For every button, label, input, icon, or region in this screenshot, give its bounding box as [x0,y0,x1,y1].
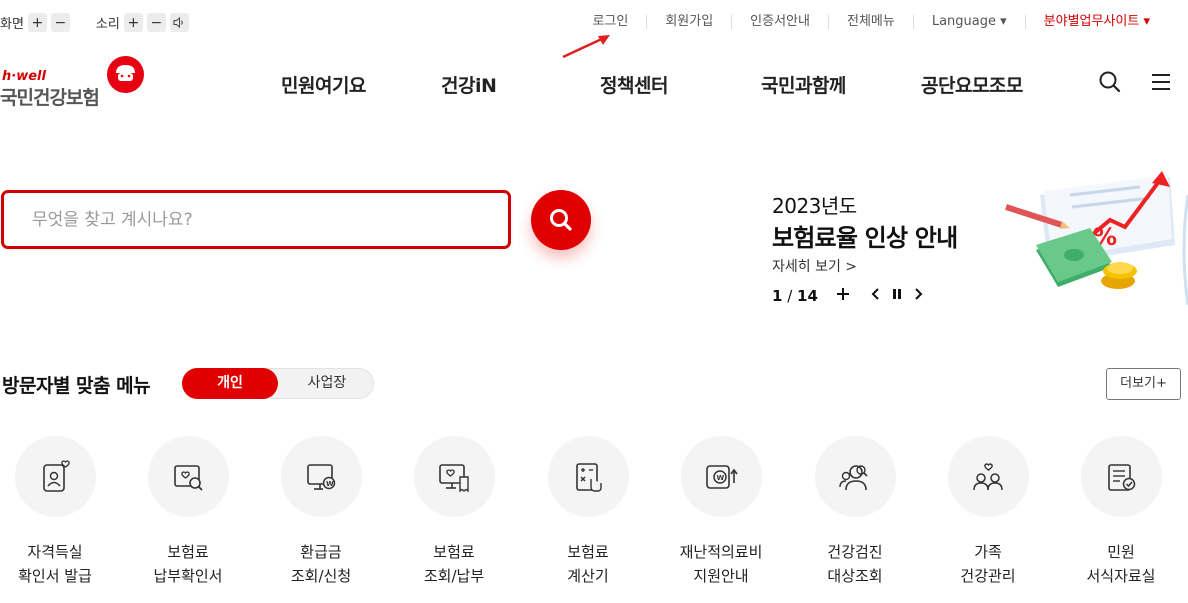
menu-item-family-health[interactable]: 가족 건강관리 [921,436,1055,588]
language-select[interactable]: Language ▾ [912,15,1025,29]
accessibility-controls: 화면 + − 소리 + − [0,13,215,32]
volume-down-button[interactable]: − [146,13,166,32]
certificate-guide-link[interactable]: 인증서안내 [731,15,828,29]
banner-controls: 1 / 14 [772,287,924,305]
screen-zoom-in-button[interactable]: + [27,13,47,32]
nav-item-civil-service[interactable]: 민원여기요 [281,71,366,98]
login-link[interactable]: 로그인 [574,15,646,29]
menu-item-catastrophic-medical[interactable]: W 재난적의료비 지원안내 [654,436,788,588]
screen-zoom-out-button[interactable]: − [50,13,70,32]
field-site-select[interactable]: 분야별업무사이트 ▾ [1024,15,1168,29]
wallet-won-arrow-icon: W [680,436,762,517]
banner-total-pages: 14 [797,287,818,305]
menu-item-label: 민원 서식자료실 [1086,543,1156,585]
search-input[interactable] [4,193,508,246]
menu-item-qualification-certificate[interactable]: 자격득실 확인서 발급 [0,436,122,588]
banner-next-icon[interactable] [912,287,924,305]
menu-item-health-checkup[interactable]: 건강검진 대상조회 [788,436,922,588]
menu-item-refund[interactable]: W 환급금 조회/신청 [254,436,388,588]
menu-item-label: 건강검진 대상조회 [827,543,883,585]
utility-nav: 로그인 회원가입 인증서안내 전체메뉴 Language ▾ 분야별업무사이트 … [574,15,1168,29]
visitor-menu-title: 방문자별 맞춤 메뉴 [2,375,151,397]
menu-item-premium-calculator[interactable]: 보험료 계산기 [521,436,655,588]
heart-search-icon [147,436,229,517]
banner-year: 2023년도 [772,194,857,218]
nav-item-health-in[interactable]: 건강iN [441,71,497,98]
more-button[interactable]: 더보기+ [1106,368,1181,400]
nav-item-with-citizens[interactable]: 국민과함께 [761,71,846,98]
sound-label: 소리 [95,17,120,32]
banner-pagination: 1 / 14 [772,287,818,305]
svg-text:W: W [326,480,334,488]
search-button[interactable] [531,190,591,250]
menu-item-premium-inquiry[interactable]: 보험료 조회/납부 [387,436,521,588]
tab-business[interactable]: 사업장 [279,368,375,399]
screen-label: 화면 [0,17,24,32]
speaker-icon[interactable] [169,13,189,32]
family-heart-icon [947,436,1029,517]
monitor-won-icon: W [280,436,362,517]
monitor-receipt-icon [413,436,495,517]
visitor-type-tabs: 개인 사업장 [182,368,374,399]
menu-item-label: 보험료 조회/납부 [423,543,485,585]
document-heart-icon [14,436,96,517]
sound-group: 소리 + − [96,13,189,32]
banner-prev-icon[interactable] [870,287,882,305]
hamburger-menu-icon[interactable] [1149,69,1175,95]
main-nav: 민원여기요 건강iN 정책센터 국민과함께 공단요모조모 [0,71,1188,98]
banner-more-link[interactable]: 자세히 보기 > [772,256,857,276]
tab-personal[interactable]: 개인 [182,368,278,399]
next-banner-edge-icon [1182,195,1188,305]
nav-item-policy-center[interactable]: 정책센터 [600,71,668,98]
screen-zoom-group: 화면 + − [0,13,70,32]
menu-item-label: 가족 건강관리 [960,543,1016,585]
search-field[interactable] [1,190,511,249]
menu-item-forms-archive[interactable]: 민원 서식자료실 [1054,436,1188,588]
banner-illustration-icon: % [1005,171,1175,289]
banner-pause-icon[interactable] [891,287,903,305]
search-icon [550,209,572,231]
search-icon[interactable] [1097,69,1123,95]
banner-title[interactable]: 보험료율 인상 안내 [772,218,958,253]
volume-up-button[interactable]: + [123,13,143,32]
document-check-icon [1080,436,1162,517]
banner-page-separator: / [782,287,798,305]
banner-current-page: 1 [772,287,783,305]
calculator-hand-icon [547,436,629,517]
banner-expand-icon[interactable] [836,287,850,305]
all-menu-link[interactable]: 전체메뉴 [827,15,913,29]
menu-item-label: 보험료 납부확인서 [153,543,223,585]
menu-item-label: 자격득실 확인서 발급 [18,543,92,585]
nav-item-about-corp[interactable]: 공단요모조모 [921,71,1023,98]
signup-link[interactable]: 회원가입 [646,15,731,29]
menu-item-label: 환급금 조회/신청 [290,543,352,585]
menu-item-payment-confirmation[interactable]: 보험료 납부확인서 [121,436,255,588]
arrow-annotation-icon [562,35,610,59]
menu-item-label: 보험료 계산기 [567,543,609,585]
svg-text:W: W [717,474,725,482]
menu-item-label: 재난적의료비 지원안내 [679,543,763,585]
people-search-icon [814,436,896,517]
